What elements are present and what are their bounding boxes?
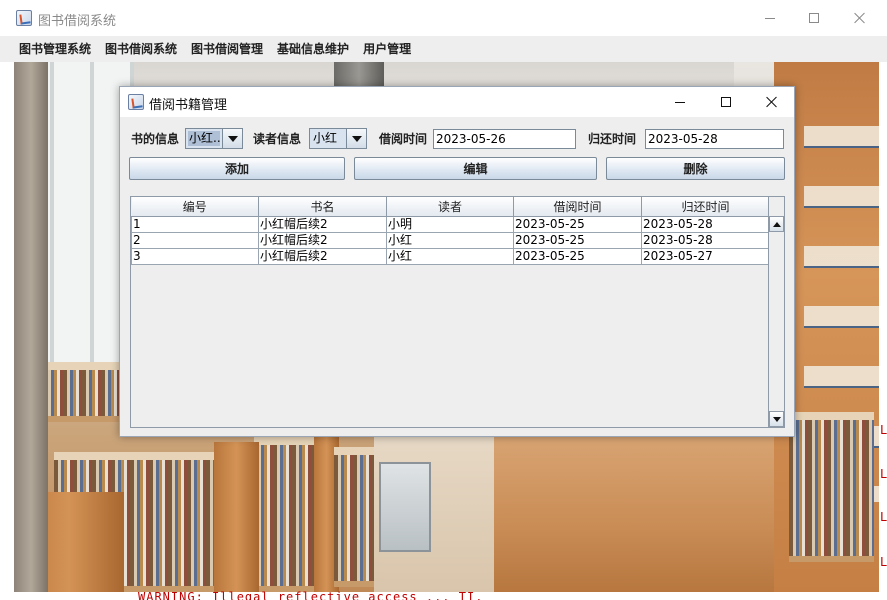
menu-user-management[interactable]: 用户管理: [356, 36, 418, 62]
minimize-icon: [765, 17, 775, 19]
chevron-down-icon[interactable]: [222, 129, 242, 148]
bg-shelf-end: [214, 442, 259, 592]
return-time-input[interactable]: [645, 129, 784, 149]
cell-borrow-time[interactable]: 2023-05-25: [513, 215, 642, 233]
dialog-close-button[interactable]: [749, 87, 795, 117]
book-info-value: 小红...: [188, 131, 220, 146]
dialog-maximize-button[interactable]: [703, 87, 749, 117]
reader-info-value: 小红: [313, 131, 338, 145]
dialog-app-icon: [128, 94, 144, 110]
arrow-down-icon: [772, 416, 781, 422]
maximize-icon: [721, 97, 731, 107]
bg-shelf: [254, 437, 314, 592]
borrow-table: 编号 书名 读者 借阅时间 归还时间 1 小红帽后续2 小明 2023-05-2…: [130, 196, 785, 428]
add-button[interactable]: 添加: [129, 157, 345, 180]
cell-borrow-time[interactable]: 2023-05-25: [513, 231, 642, 249]
menu-book-management[interactable]: 图书管理系统: [12, 36, 98, 62]
reader-info-label: 读者信息: [253, 132, 302, 146]
menu-basic-info[interactable]: 基础信息维护: [270, 36, 356, 62]
bg-book-cart: [379, 462, 431, 552]
cell-return-time[interactable]: 2023-05-28: [641, 215, 770, 233]
maximize-button[interactable]: [791, 2, 837, 34]
dialog-minimize-button[interactable]: [657, 87, 703, 117]
borrow-time-label: 借阅时间: [379, 132, 428, 146]
chevron-down-icon[interactable]: [346, 129, 366, 148]
cell-id[interactable]: 2: [131, 231, 259, 249]
console-fragment: L: [880, 467, 887, 481]
cell-return-time[interactable]: 2023-05-28: [641, 231, 770, 249]
window-title: 图书借阅系统: [38, 14, 117, 29]
cell-borrow-time[interactable]: 2023-05-25: [513, 247, 642, 265]
return-time-label: 归还时间: [588, 132, 637, 146]
minimize-icon: [675, 101, 685, 103]
cell-return-time[interactable]: 2023-05-27: [641, 247, 770, 265]
cell-reader[interactable]: 小明: [386, 215, 514, 233]
console-fragment: L: [880, 510, 887, 524]
column-header-book-name[interactable]: 书名: [258, 197, 387, 217]
close-button[interactable]: [837, 2, 883, 34]
column-header-id[interactable]: 编号: [131, 197, 259, 217]
close-icon: [766, 96, 778, 108]
column-header-return-time[interactable]: 归还时间: [641, 197, 770, 217]
bg-floor: [494, 432, 794, 592]
maximize-icon: [809, 13, 819, 23]
reader-info-combo[interactable]: 小红: [309, 128, 367, 149]
column-header-borrow-time[interactable]: 借阅时间: [513, 197, 642, 217]
console-fragment: L: [880, 423, 887, 437]
table-row[interactable]: 3 小红帽后续2 小红 2023-05-25 2023-05-27: [131, 247, 770, 265]
cell-id[interactable]: 1: [131, 215, 259, 233]
console-fragment: L: [880, 555, 887, 569]
cell-book-name[interactable]: 小红帽后续2: [258, 231, 387, 249]
cell-reader[interactable]: 小红: [386, 247, 514, 265]
dialog-titlebar: 借阅书籍管理: [120, 87, 794, 117]
cell-book-name[interactable]: 小红帽后续2: [258, 247, 387, 265]
bg-shelf: [789, 412, 874, 562]
table-row[interactable]: 1 小红帽后续2 小明 2023-05-25 2023-05-28: [131, 215, 770, 233]
borrow-management-dialog: 借阅书籍管理 书的信息 小红... 读者信息 小红 借阅时间 归还时间 添加 编…: [119, 86, 795, 437]
borrow-table-grid: 编号 书名 读者 借阅时间 归还时间 1 小红帽后续2 小明 2023-05-2…: [131, 197, 770, 265]
cell-book-name[interactable]: 小红帽后续2: [258, 215, 387, 233]
menu-borrow-management[interactable]: 图书借阅管理: [184, 36, 270, 62]
vertical-scrollbar[interactable]: [768, 197, 784, 427]
dialog-title: 借阅书籍管理: [149, 98, 228, 113]
borrow-time-input[interactable]: [433, 129, 576, 149]
scroll-down-button[interactable]: [769, 411, 784, 427]
cell-reader[interactable]: 小红: [386, 231, 514, 249]
console-bottom-text: WARNING: Illegal reflective access ... T…: [138, 590, 484, 600]
column-header-reader[interactable]: 读者: [386, 197, 514, 217]
scroll-up-button[interactable]: [769, 216, 784, 232]
book-info-combo[interactable]: 小红...: [185, 128, 243, 149]
app-icon: [16, 10, 32, 26]
menubar: 图书管理系统 图书借阅系统 图书借阅管理 基础信息维护 用户管理: [0, 36, 887, 62]
bg-pillar: [14, 62, 48, 592]
cell-id[interactable]: 3: [131, 247, 259, 265]
bg-shelf: [334, 447, 374, 587]
table-row[interactable]: 2 小红帽后续2 小红 2023-05-25 2023-05-28: [131, 231, 770, 249]
close-icon: [854, 12, 866, 24]
minimize-button[interactable]: [747, 2, 793, 34]
menu-borrow-system[interactable]: 图书借阅系统: [98, 36, 184, 62]
arrow-up-icon: [772, 221, 781, 227]
delete-button[interactable]: 删除: [606, 157, 785, 180]
outer-titlebar: 图书借阅系统: [0, 0, 887, 36]
edit-button[interactable]: 编辑: [354, 157, 597, 180]
book-info-label: 书的信息: [131, 132, 180, 146]
